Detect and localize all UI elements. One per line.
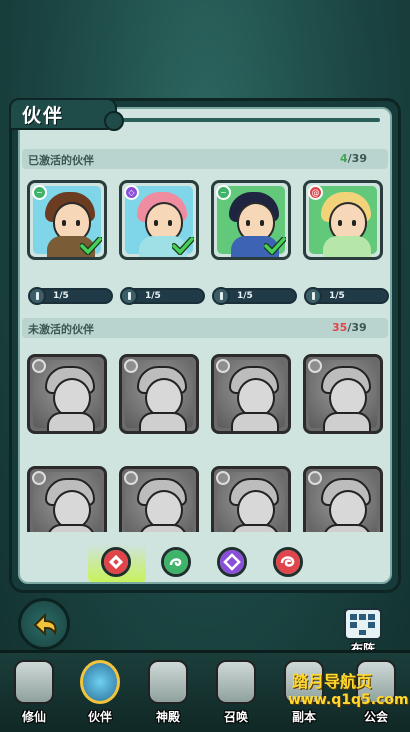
- outfit-shape: [47, 412, 95, 431]
- eye-left: [154, 220, 158, 226]
- page-title: 伙伴: [22, 105, 65, 127]
- activated-label: 已激活的伙伴: [28, 154, 94, 167]
- back-button[interactable]: [18, 598, 70, 650]
- owned-check-icon: [264, 237, 286, 255]
- element-icon: [124, 471, 138, 485]
- eye-right: [76, 220, 80, 226]
- level-bar-1: 1/5: [28, 287, 113, 305]
- activated-count-total: /39: [347, 152, 367, 165]
- element-icon: [308, 471, 322, 485]
- outfit-shape: [139, 412, 187, 431]
- partner-card-4[interactable]: @: [303, 180, 383, 260]
- knot-ornament-icon: [104, 111, 124, 131]
- outfit-shape: [323, 412, 371, 431]
- activated-count: 4/39: [340, 152, 367, 165]
- locked-partner-card[interactable]: [27, 354, 107, 434]
- level-orb-icon: [304, 287, 322, 305]
- outfit-shape: [231, 524, 279, 532]
- temple-icon: [148, 660, 188, 704]
- eye-left: [338, 220, 342, 226]
- filter-arcane-button[interactable]: [217, 547, 247, 577]
- outfit-shape: [231, 412, 279, 431]
- nav-cultivate[interactable]: 修仙: [6, 656, 62, 728]
- locked-partner-card[interactable]: [303, 466, 383, 532]
- summon-icon: [216, 660, 256, 704]
- level-orb-icon: [212, 287, 230, 305]
- filter-all-button[interactable]: [101, 547, 131, 577]
- level-orb-icon: [120, 287, 138, 305]
- arcane-element-icon: [220, 550, 244, 574]
- watermark-title: 踏月导航页: [292, 672, 373, 691]
- locked-partner-card[interactable]: [119, 354, 199, 434]
- activated-count-current: 4: [340, 152, 348, 165]
- level-bar-2: 1/5: [120, 287, 205, 305]
- nav-label: 副本: [291, 710, 316, 724]
- level-bar-4: 1/5: [304, 287, 389, 305]
- level-text: 1/5: [329, 291, 345, 301]
- level-orb-icon: [28, 287, 46, 305]
- element-icon: [32, 359, 46, 373]
- locked-partner-card[interactable]: [211, 354, 291, 434]
- level-text: 1/5: [145, 291, 161, 301]
- nav-label: 召唤: [223, 710, 248, 724]
- nav-partner[interactable]: 伙伴: [72, 656, 128, 728]
- inactive-count: 35/39: [332, 321, 367, 334]
- element-icon: [216, 471, 230, 485]
- partner-card-1[interactable]: ~: [27, 180, 107, 260]
- partner-portrait-icon: [80, 660, 120, 704]
- nav-summon[interactable]: 召唤: [208, 656, 264, 728]
- partner-card-3[interactable]: ~: [211, 180, 291, 260]
- locked-partner-card[interactable]: [27, 466, 107, 532]
- eye-right: [168, 220, 172, 226]
- locked-partner-card[interactable]: [119, 466, 199, 532]
- locked-partner-card[interactable]: [303, 354, 383, 434]
- owned-check-icon: [172, 237, 194, 255]
- element-icon: [124, 359, 138, 373]
- scroll-icon: [14, 660, 54, 704]
- nav-label: 伙伴: [87, 710, 112, 724]
- nav-label: 神殿: [155, 710, 180, 724]
- level-text: 1/5: [237, 291, 253, 301]
- partner-card-2[interactable]: ◇: [119, 180, 199, 260]
- back-arrow-icon: [33, 612, 57, 637]
- nav-temple[interactable]: 神殿: [140, 656, 196, 728]
- wind-element-icon: ~: [216, 185, 231, 200]
- eye-left: [62, 220, 66, 226]
- outfit-shape: [139, 524, 187, 532]
- filter-wind-button[interactable]: [161, 547, 191, 577]
- nav-label: 公会: [363, 710, 388, 724]
- eye-left: [246, 220, 250, 226]
- locked-partner-card[interactable]: [211, 466, 291, 532]
- wind-element-icon: [164, 550, 188, 574]
- element-icon: [32, 471, 46, 485]
- filter-fire-button[interactable]: [273, 547, 303, 577]
- inactive-label: 未激活的伙伴: [28, 323, 94, 336]
- watermark-url: www.q1q5.com: [288, 692, 409, 708]
- wind-element-icon: ~: [32, 185, 47, 200]
- arcane-element-icon: ◇: [124, 185, 139, 200]
- formation-button[interactable]: 布阵: [340, 606, 386, 656]
- outfit-shape: [323, 524, 371, 532]
- owned-check-icon: [80, 237, 102, 255]
- outfit-shape: [47, 524, 95, 532]
- outfit-shape: [323, 236, 371, 257]
- nav-label: 修仙: [21, 710, 46, 724]
- title-ornament: [110, 118, 380, 122]
- fire-element-icon: @: [308, 185, 323, 200]
- fire-element-icon: [276, 550, 300, 574]
- level-text: 1/5: [53, 291, 69, 301]
- eye-right: [260, 220, 264, 226]
- level-bar-3: 1/5: [212, 287, 297, 305]
- inactive-card-grid[interactable]: [22, 350, 392, 532]
- eye-right: [352, 220, 356, 226]
- all-elements-icon: [104, 550, 128, 574]
- element-icon: [308, 359, 322, 373]
- element-icon: [216, 359, 230, 373]
- inactive-count-current: 35: [332, 321, 348, 334]
- inactive-count-total: /39: [347, 321, 367, 334]
